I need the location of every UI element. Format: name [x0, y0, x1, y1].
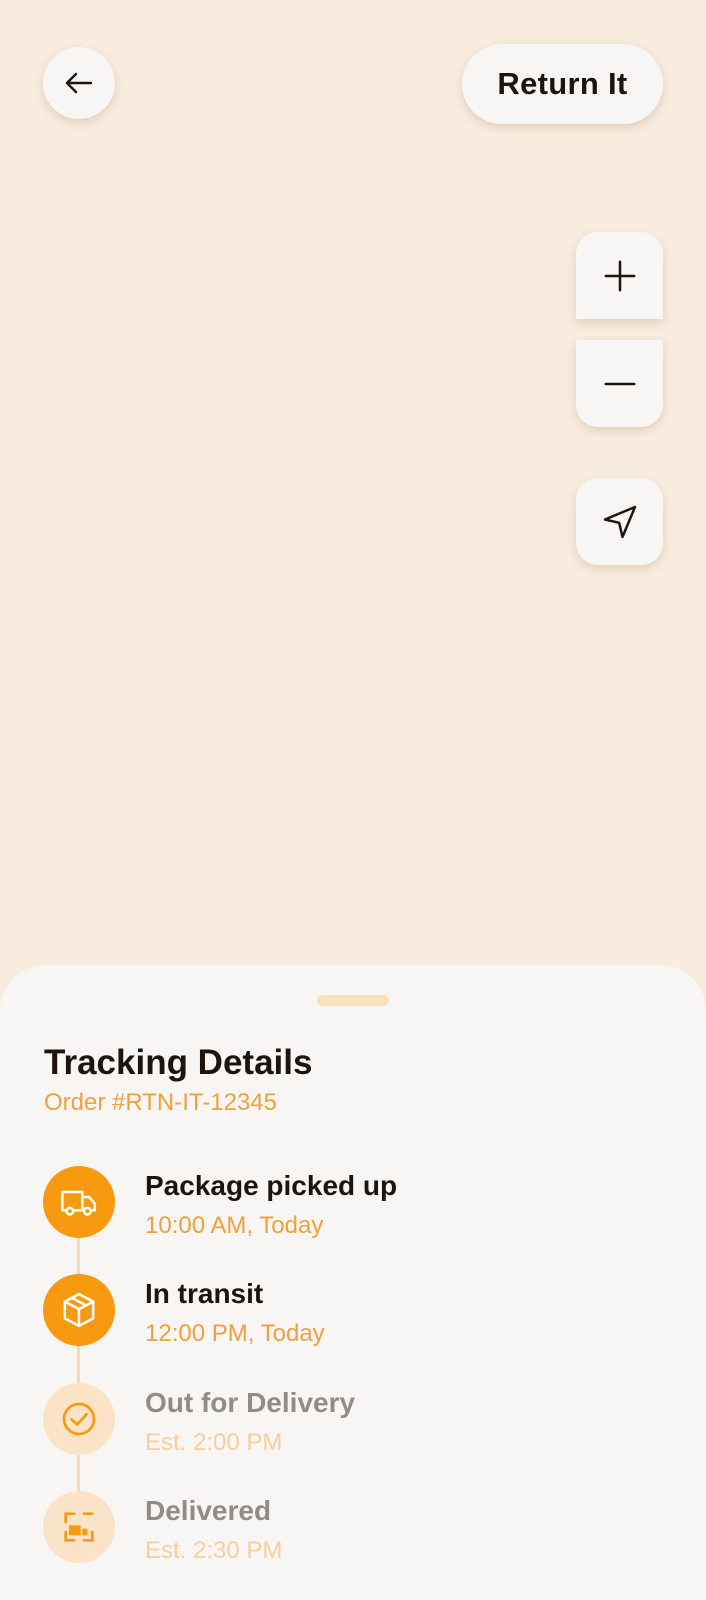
step-time: 12:00 PM, Today [145, 1320, 325, 1347]
tracking-bottom-sheet: Tracking Details Order #RTN-IT-12345 Pac… [0, 965, 706, 1600]
timeline-step-picked-up: Package picked up 10:00 AM, Today [0, 1166, 706, 1239]
step-label: Delivered [145, 1495, 272, 1526]
sheet-drag-handle[interactable] [317, 995, 389, 1006]
check-circle-icon [59, 1399, 99, 1439]
minus-icon [601, 365, 639, 403]
package-box-icon [59, 1290, 99, 1330]
zoom-in-button[interactable] [576, 232, 663, 319]
sheet-title: Tracking Details [44, 1043, 313, 1082]
step-time: Est. 2:30 PM [145, 1537, 283, 1564]
return-it-button[interactable]: Return It [462, 44, 663, 124]
timeline-step-out-for-delivery: Out for Delivery Est. 2:00 PM [0, 1383, 706, 1456]
delivered-package-icon [59, 1507, 99, 1547]
step-time: 10:00 AM, Today [145, 1212, 324, 1239]
step-label: In transit [145, 1278, 264, 1309]
step-time: Est. 2:00 PM [145, 1429, 283, 1456]
step-status-dot [43, 1274, 115, 1346]
navigation-arrow-icon [600, 502, 640, 542]
step-label: Package picked up [145, 1170, 398, 1201]
locate-me-button[interactable] [576, 478, 663, 565]
back-button[interactable] [43, 47, 115, 119]
order-number: Order #RTN-IT-12345 [44, 1089, 277, 1116]
truck-icon [59, 1182, 99, 1222]
step-status-dot [43, 1166, 115, 1238]
step-status-dot [43, 1383, 115, 1455]
timeline-step-delivered: Delivered Est. 2:30 PM [0, 1491, 706, 1564]
zoom-out-button[interactable] [576, 340, 663, 427]
plus-icon [601, 257, 639, 295]
step-label: Out for Delivery [145, 1387, 356, 1418]
timeline-step-in-transit: In transit 12:00 PM, Today [0, 1274, 706, 1347]
step-status-dot [43, 1491, 115, 1563]
arrow-left-icon [61, 65, 97, 101]
